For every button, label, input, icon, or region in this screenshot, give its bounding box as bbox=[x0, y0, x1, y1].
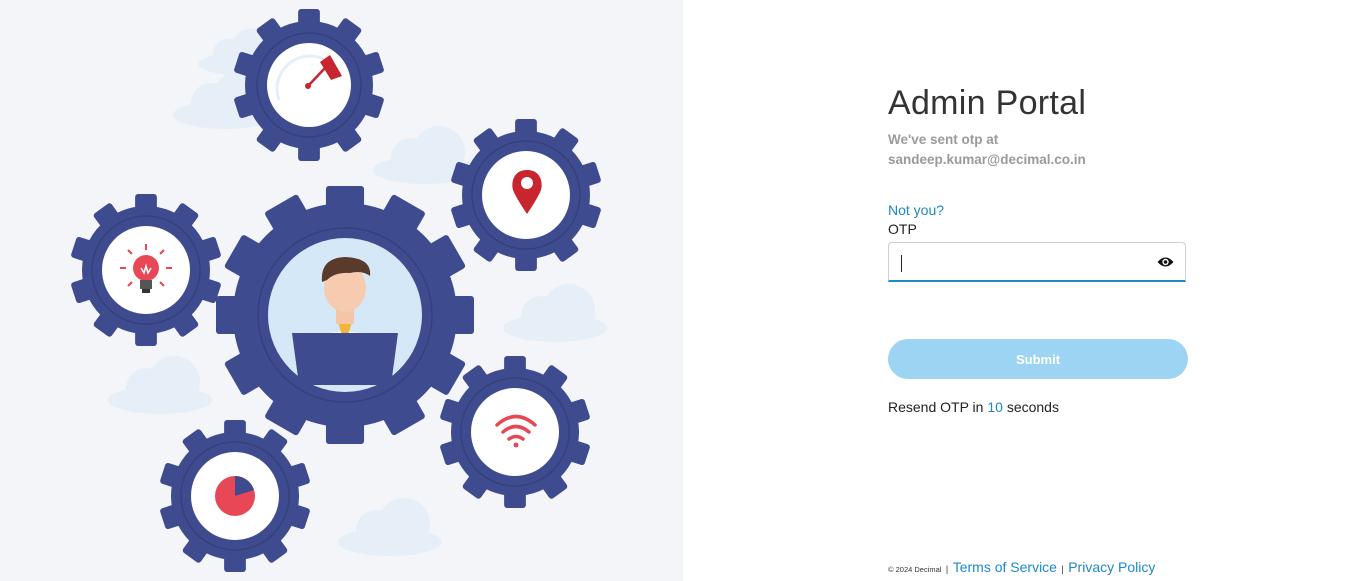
footer-separator: | bbox=[1061, 564, 1064, 574]
otp-field bbox=[888, 242, 1186, 282]
otp-email: sandeep.kumar@decimal.co.in bbox=[888, 152, 1086, 167]
otp-form: Admin Portal We've sent otp at sandeep.k… bbox=[888, 82, 1188, 415]
page-title: Admin Portal bbox=[888, 84, 1087, 122]
illustration-panel bbox=[0, 0, 683, 581]
terms-of-service-link[interactable]: Terms of Service bbox=[953, 559, 1057, 575]
wifi-gear bbox=[440, 356, 590, 508]
footer-separator: | bbox=[945, 564, 949, 574]
footer: © 2024 Decimal | Terms of Service | Priv… bbox=[888, 559, 1155, 577]
gears-illustration bbox=[71, 9, 607, 572]
submit-button[interactable]: Submit bbox=[888, 339, 1188, 379]
eye-icon[interactable] bbox=[1157, 256, 1174, 268]
resend-otp-timer: Resend OTP in 10 seconds bbox=[888, 399, 1188, 415]
otp-label: OTP bbox=[888, 221, 917, 237]
not-you-link[interactable]: Not you? bbox=[888, 201, 1188, 219]
otp-sent-message: We've sent otp at sandeep.kumar@decimal.… bbox=[888, 130, 1188, 170]
resend-suffix: seconds bbox=[1006, 399, 1059, 415]
pie-chart-icon bbox=[215, 476, 255, 516]
otp-sent-text: We've sent otp at bbox=[888, 132, 999, 147]
login-panel: Admin Portal We've sent otp at sandeep.k… bbox=[683, 0, 1366, 581]
otp-input[interactable] bbox=[899, 249, 1143, 277]
copyright-text: © 2024 Decimal bbox=[888, 565, 942, 574]
privacy-policy-link[interactable]: Privacy Policy bbox=[1068, 559, 1155, 575]
resend-countdown: 10 bbox=[987, 399, 1003, 415]
resend-prefix: Resend OTP in bbox=[888, 399, 984, 415]
text-cursor bbox=[901, 255, 902, 272]
